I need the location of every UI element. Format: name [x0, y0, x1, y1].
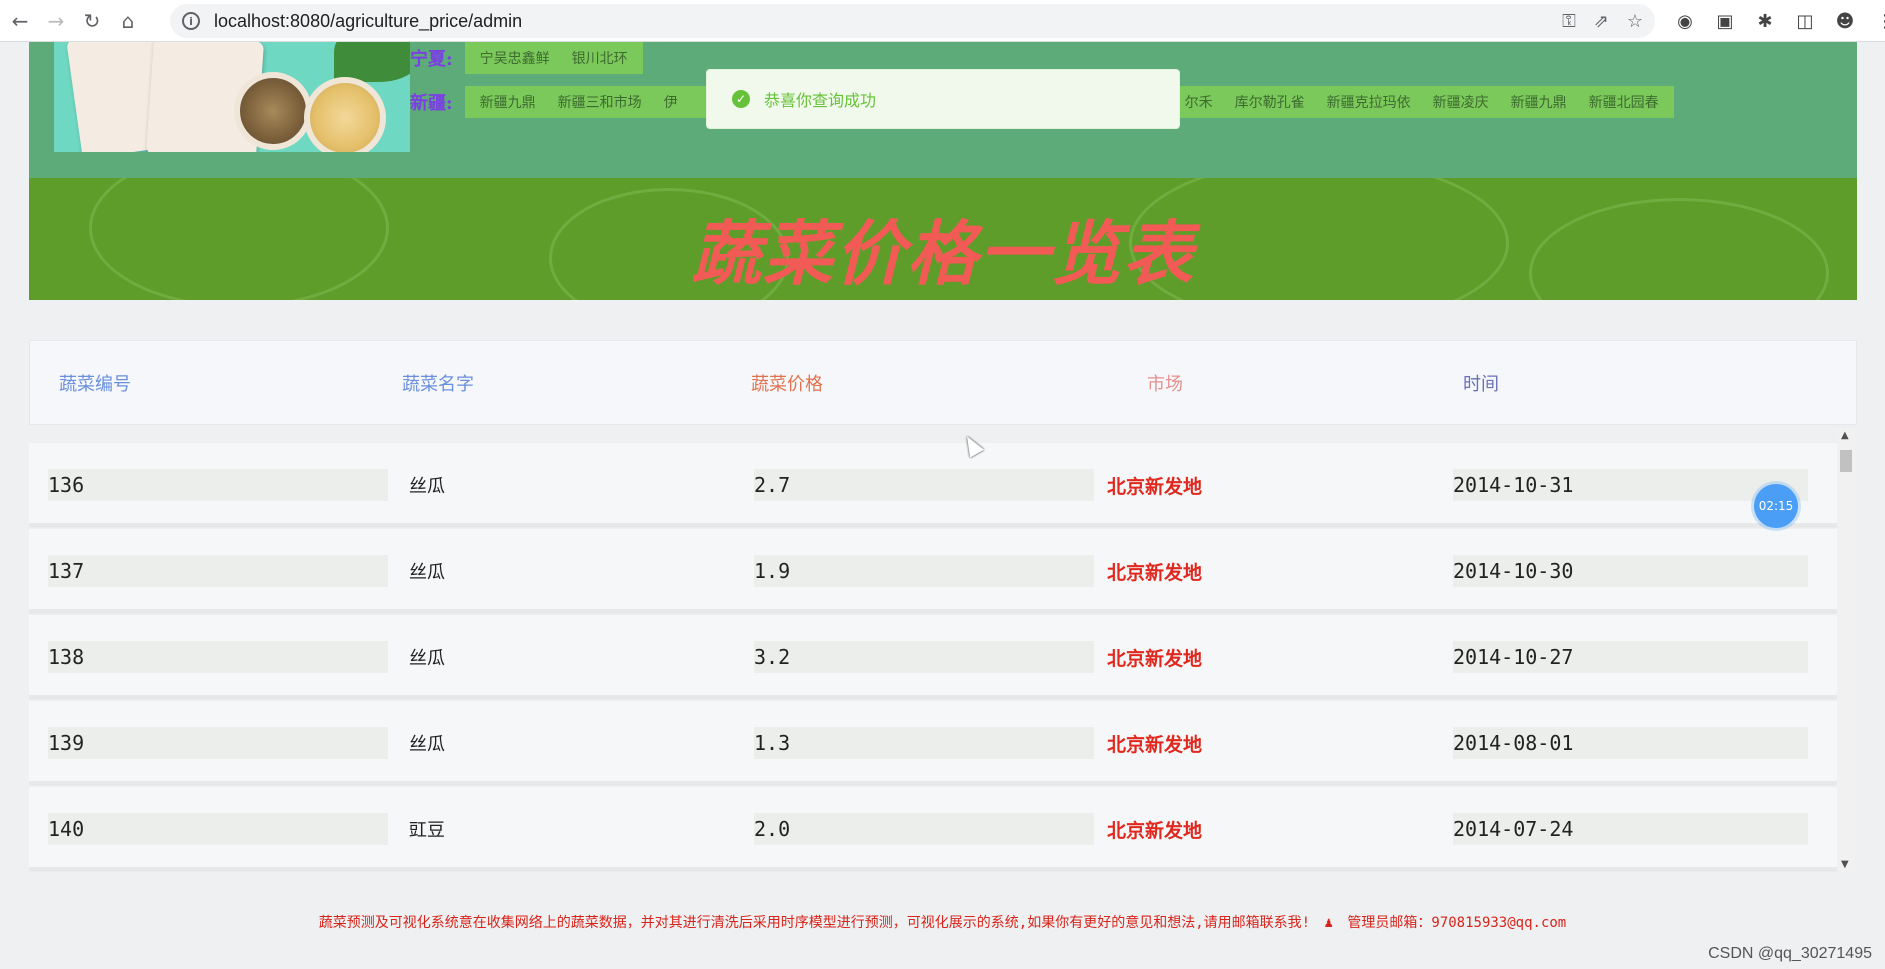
key-icon[interactable]: ⚿ — [1562, 11, 1576, 32]
column-header-market: 市场 — [1147, 373, 1183, 395]
check-circle-icon: ✓ — [732, 90, 750, 108]
share-icon[interactable]: ⇗ — [1594, 11, 1609, 32]
address-bar[interactable]: i localhost:8080/agriculture_price/admin… — [170, 4, 1655, 38]
scroll-up-icon[interactable]: ▲ — [1841, 430, 1849, 441]
cell-price: 1.9 — [754, 555, 1094, 587]
cell-price: 1.3 — [754, 727, 1094, 759]
cell-name: 豇豆 — [409, 820, 445, 841]
profile-avatar-icon[interactable]: ☻ — [1825, 11, 1865, 32]
market-tag[interactable]: 库尔勒孔雀 — [1224, 86, 1316, 118]
region-row-ningxia: 宁夏: 宁吴忠鑫鲜 银川北环 — [410, 42, 643, 74]
footer-text: 蔬菜预测及可视化系统意在收集网络上的蔬菜数据，并对其进行清洗后采用时序模型进行预… — [318, 915, 1311, 931]
column-header-price: 蔬菜价格 — [751, 373, 823, 395]
cell-market: 北京新发地 — [1107, 819, 1203, 842]
cell-name: 丝瓜 — [409, 562, 445, 583]
table-row[interactable]: 138 丝瓜 3.2 北京新发地 2014-10-27 — [29, 615, 1837, 698]
extension-globe-icon[interactable]: ◉ — [1665, 11, 1705, 32]
toast-message: 恭喜你查询成功 — [764, 91, 877, 110]
scroll-down-icon[interactable]: ▼ — [1841, 859, 1849, 870]
market-tag[interactable]: 新疆九鼎 — [469, 86, 547, 118]
table-row[interactable]: 137 丝瓜 1.9 北京新发地 2014-10-30 — [29, 529, 1837, 612]
market-tag[interactable]: 宁吴忠鑫鲜 — [469, 42, 561, 74]
timer-badge[interactable]: 02:15 — [1754, 484, 1798, 528]
forward-icon[interactable]: → — [38, 3, 74, 39]
table-scrollbar[interactable]: ▲ ▼ — [1837, 428, 1855, 872]
table-row[interactable]: 140 豇豆 2.0 北京新发地 2014-07-24 — [29, 787, 1837, 870]
back-icon[interactable]: ← — [2, 3, 38, 39]
cell-date: 2014-07-24 — [1453, 813, 1808, 845]
cell-id: 138 — [48, 641, 388, 673]
cell-price: 2.7 — [754, 469, 1094, 501]
footer-email[interactable]: 管理员邮箱：970815933@qq.com — [1347, 915, 1566, 931]
cell-date: 2014-10-27 — [1453, 641, 1808, 673]
market-tag[interactable]: 银川北环 — [561, 42, 639, 74]
url-text[interactable]: localhost:8080/agriculture_price/admin — [214, 11, 522, 32]
market-tag[interactable]: 新疆克拉玛依 — [1316, 86, 1422, 118]
cell-price: 2.0 — [754, 813, 1094, 845]
market-tag[interactable]: 新疆三和市场 — [547, 86, 653, 118]
cell-market: 北京新发地 — [1107, 733, 1203, 756]
cell-date: 2014-10-30 — [1453, 555, 1808, 587]
table-row[interactable]: 136 丝瓜 2.7 北京新发地 2014-10-31 — [29, 443, 1837, 526]
cell-name: 丝瓜 — [409, 648, 445, 669]
reload-icon[interactable]: ↻ — [74, 3, 110, 39]
market-tag[interactable]: 新疆凌庆 — [1422, 86, 1500, 118]
cell-market: 北京新发地 — [1107, 561, 1203, 584]
menu-dots-icon[interactable]: ⋮ — [1865, 11, 1885, 32]
home-icon[interactable]: ⌂ — [110, 3, 146, 39]
cell-name: 丝瓜 — [409, 734, 445, 755]
side-panel-icon[interactable]: ◫ — [1785, 11, 1825, 32]
success-toast: ✓ 恭喜你查询成功 — [706, 69, 1180, 129]
footer: 蔬菜预测及可视化系统意在收集网络上的蔬菜数据，并对其进行清洗后采用时序模型进行预… — [0, 912, 1885, 932]
cell-date: 2014-10-31 — [1453, 469, 1808, 501]
column-header-date: 时间 — [1463, 373, 1499, 395]
cell-name: 丝瓜 — [409, 476, 445, 497]
cell-price: 3.2 — [754, 641, 1094, 673]
cell-market: 北京新发地 — [1107, 475, 1203, 498]
market-tag[interactable]: 新疆九鼎 — [1500, 86, 1578, 118]
table-body[interactable]: 136 丝瓜 2.7 北京新发地 2014-10-31 137 丝瓜 1.9 北… — [29, 440, 1837, 872]
cell-id: 139 — [48, 727, 388, 759]
cell-date: 2014-08-01 — [1453, 727, 1808, 759]
region-label: 新疆: — [410, 93, 453, 114]
market-tag[interactable]: 伊 — [653, 86, 689, 118]
page-title: 蔬菜价格一览表 — [691, 213, 1195, 295]
cell-id: 136 — [48, 469, 388, 501]
market-tag[interactable]: 新疆北园春 — [1578, 86, 1670, 118]
site-info-icon[interactable]: i — [182, 12, 200, 30]
scroll-thumb[interactable] — [1840, 450, 1852, 472]
browser-toolbar: ← → ↻ ⌂ i localhost:8080/agriculture_pri… — [0, 0, 1885, 42]
person-icon: ♟ — [1324, 915, 1333, 931]
column-header-name: 蔬菜名字 — [402, 373, 474, 395]
extension-glasses-icon[interactable]: ▣ — [1705, 11, 1745, 32]
watermark: CSDN @qq_30271495 — [1708, 945, 1872, 962]
cell-id: 140 — [48, 813, 388, 845]
product-image — [54, 42, 410, 152]
table-row[interactable]: 139 丝瓜 1.3 北京新发地 2014-08-01 — [29, 701, 1837, 784]
region-label: 宁夏: — [410, 49, 453, 70]
cell-id: 137 — [48, 555, 388, 587]
table-header: 蔬菜编号 蔬菜名字 蔬菜价格 市场 时间 — [29, 340, 1857, 425]
bookmark-star-icon[interactable]: ☆ — [1627, 11, 1643, 32]
cell-market: 北京新发地 — [1107, 647, 1203, 670]
extensions-puzzle-icon[interactable]: ✱ — [1745, 11, 1785, 32]
page-banner: 蔬菜价格一览表 — [29, 178, 1857, 300]
column-header-id: 蔬菜编号 — [59, 373, 131, 395]
